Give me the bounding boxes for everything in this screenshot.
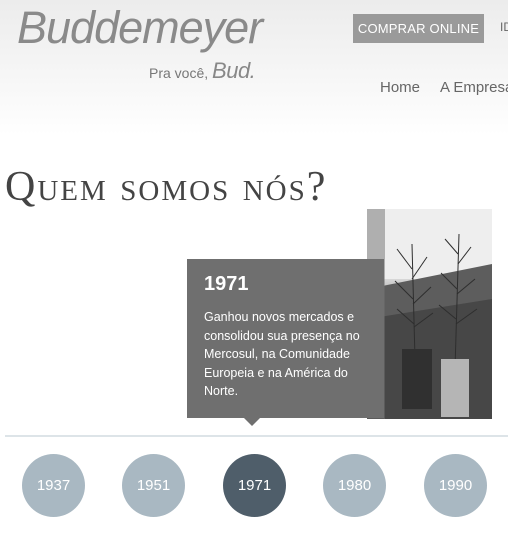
brand-tagline: Pra você, Bud. (149, 58, 256, 84)
timeline-popup: 1971 Ganhou novos mercados e consolidou … (187, 259, 384, 418)
history-photo (367, 209, 492, 419)
nav-item-home[interactable]: Home (380, 79, 420, 96)
popup-pointer (244, 418, 260, 426)
site-header: Buddemeyer Pra você, Bud. COMPRAR ONLINE… (0, 0, 508, 135)
nav-item-empresa[interactable]: A Empresa (440, 79, 508, 96)
pine-seedlings-image (367, 209, 492, 419)
popup-year: 1971 (204, 273, 249, 295)
timeline-year-1980[interactable]: 1980 (323, 454, 386, 517)
tagline-brand: Bud. (212, 58, 256, 83)
tagline-prefix: Pra você, (149, 65, 209, 81)
timeline-year-1990[interactable]: 1990 (424, 454, 487, 517)
popup-description: Ganhou novos mercados e consolidou sua p… (204, 310, 360, 398)
brand-logo[interactable]: Buddemeyer (17, 2, 263, 54)
buy-online-button[interactable]: COMPRAR ONLINE (353, 14, 484, 43)
timeline-year-1951[interactable]: 1951 (122, 454, 185, 517)
timeline-year-1971[interactable]: 1971 (223, 454, 286, 517)
page-title: Quem somos nós? (5, 164, 328, 210)
timeline-line (5, 435, 508, 437)
timeline-year-1937[interactable]: 1937 (22, 454, 85, 517)
language-selector[interactable]: ID (500, 20, 508, 34)
